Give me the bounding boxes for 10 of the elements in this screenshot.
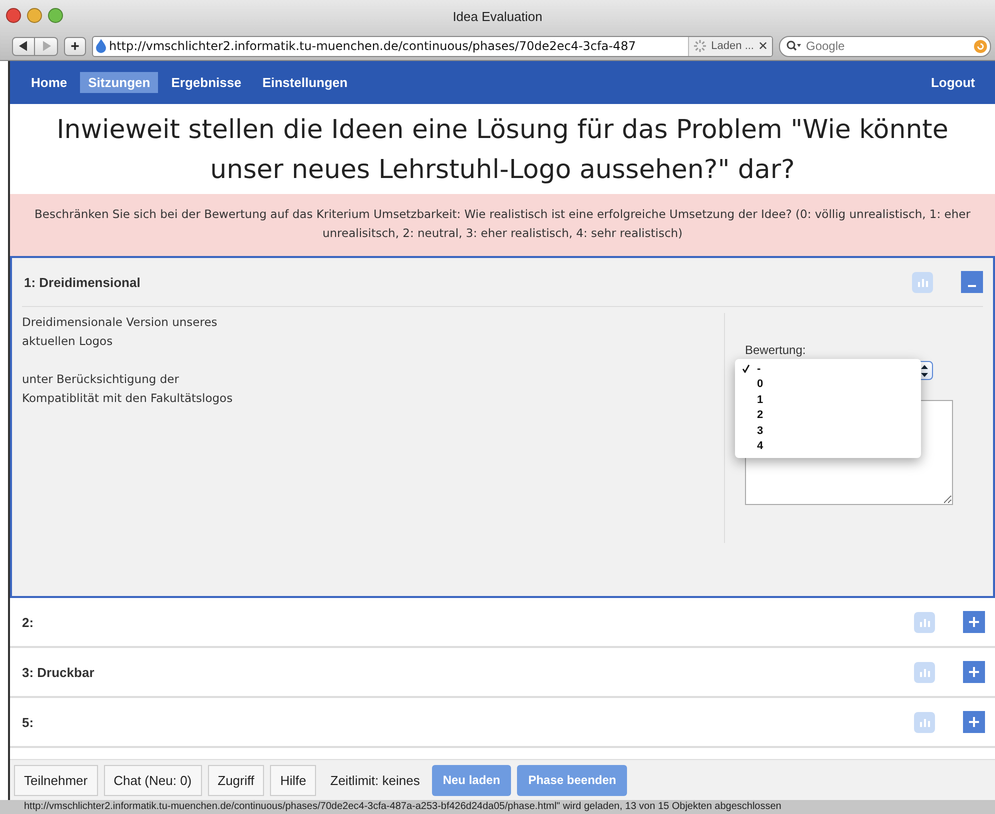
idea-description: Dreidimensionale Version unseres aktuellen Logos <box>22 314 218 350</box>
tab-label: Laden ... <box>711 40 754 52</box>
url-text: http://vmschlichter2.informatik.tu-muenchen.de/continuous/phases/70de2ec4-3cfa-487 <box>109 39 637 53</box>
window-title: Idea Evaluation <box>452 8 542 24</box>
rating-label: Bewertung: <box>745 343 807 357</box>
idea-description: unter Berücksichtigung der Kompatiblität mit den Fakultätslogos <box>22 371 234 407</box>
time-limit: Zeitlimit: keines <box>330 772 420 788</box>
status-text: http://vmschlichter2.informatik.tu-muenchen.de/continuous/phases/70de2ec4-3cfa-487a-a253-bf426d24da05/phase.html" wird geladen, 13 von 15 Objekten abgeschlossen <box>24 801 782 812</box>
question-heading: Inwieweit stellen die Ideen eine Lösung für das Problem "Wie könnte unser neues Lehrstuhl-Logo aussehen?" dar? <box>56 114 950 187</box>
criterion-banner: Beschränken Sie sich bei der Bewertung auf das Kriterium Umsetzbarkeit: Wie realistisch ist eine erfolgreiche Umsetzung der Idee? (0: völlig unrealistisch, 1: eher unrealisitsch, 2: neutral, 3: eher realistisch, 4: sehr realistisch) <box>10 194 995 256</box>
